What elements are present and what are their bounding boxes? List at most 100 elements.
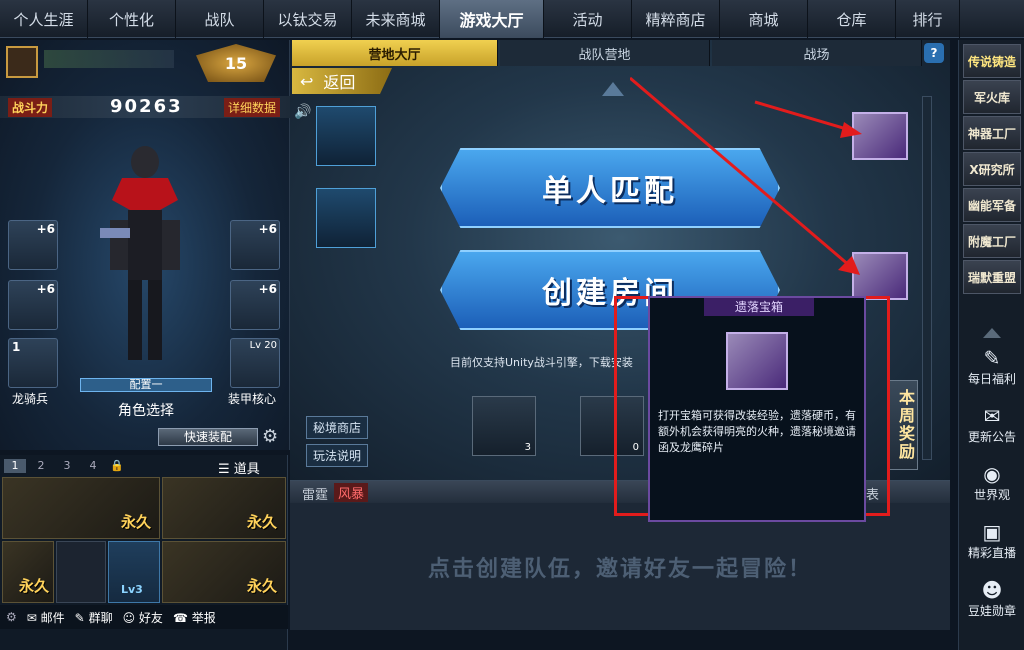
group-chat-button[interactable]: ✎ 群聊 [75, 609, 113, 626]
friends-button[interactable]: ☺ 好友 [123, 609, 163, 626]
menu-update-notice[interactable]: ✉ 更新公告 [961, 404, 1023, 460]
nav-tab-career[interactable]: 个人生涯 [0, 0, 88, 38]
slot-label-dragoon: 龙骑兵 [12, 392, 49, 406]
menu-artifact-factory[interactable]: 神器工厂 [963, 116, 1021, 150]
role-select-button[interactable]: 角色选择 [80, 400, 212, 422]
nav-tab-trade[interactable]: 以钛交易 [264, 0, 352, 38]
lock-icon[interactable]: 🔒 [108, 459, 126, 473]
chat-prompt[interactable]: 点击创建队伍，邀请好友一起冒险！ [290, 503, 950, 631]
inventory-tabs: 1 2 3 4 🔒 [4, 459, 126, 473]
back-label: 返回 [323, 73, 356, 92]
red-arrow-1 [630, 76, 851, 268]
sound-icon[interactable]: 🔊 [294, 104, 311, 120]
menu-worldview[interactable]: ◉ 世界观 [961, 462, 1023, 518]
combat-label: 战斗力 [8, 98, 53, 117]
gear-icon[interactable]: ⚙ [262, 426, 278, 447]
phone-icon: ☎ [172, 610, 188, 625]
nav-tab-team[interactable]: 战队 [176, 0, 264, 38]
scroll-up-arrow-icon[interactable] [602, 82, 624, 96]
torch-item-slot[interactable]: 3 [472, 396, 536, 456]
menu-enchant-factory[interactable]: 附魔工厂 [963, 224, 1021, 258]
inv-tab-2[interactable]: 2 [30, 459, 52, 473]
settings-icon[interactable]: ⚙ [6, 610, 17, 624]
gameplay-help-button[interactable]: 玩法说明 [306, 444, 369, 467]
rank-level: 15 [224, 53, 248, 73]
menu-legend-forge[interactable]: 传说铸造 [963, 44, 1021, 78]
nav-tab-mall[interactable]: 商城 [720, 0, 808, 38]
nav-tab-ranking[interactable]: 排行 [896, 0, 960, 38]
menu-reimer-alliance[interactable]: 瑞默重盟 [963, 260, 1021, 294]
inv-tab-3[interactable]: 3 [56, 459, 78, 473]
red-arrow-2-head [840, 122, 862, 138]
equip-slot-goggles[interactable]: +6 [230, 220, 280, 270]
config-label[interactable]: 配置一 [80, 378, 212, 392]
props-label[interactable]: ☰ 道具 [218, 458, 260, 477]
doll-icon: ☻ [981, 578, 1003, 602]
menu-doll-medal[interactable]: ☻ 豆娃勋章 [961, 578, 1023, 634]
item-slot-lv3[interactable]: Lv3 [108, 541, 160, 603]
back-arrow-icon: ↩ [300, 71, 314, 91]
rank-badge: 15 [196, 44, 276, 82]
player-name-blurred [44, 50, 174, 68]
weapon-slot-primary[interactable]: 永久 [2, 477, 160, 539]
equip-plus-label: +6 [258, 282, 277, 296]
report-button[interactable]: ☎ 举报 [173, 609, 216, 626]
permanent-label: 永久 [18, 577, 49, 595]
nav-tab-events[interactable]: 活动 [544, 0, 632, 38]
tab-battlefield[interactable]: 战场 [712, 40, 922, 66]
equip-slot-core[interactable]: Lv 20 [230, 338, 280, 388]
weapon-slot-melee[interactable]: 永久 [162, 541, 286, 603]
secret-shop-button[interactable]: 秘境商店 [306, 416, 369, 439]
edit-icon: ✎ [983, 346, 1001, 370]
equip-plus-label: +6 [36, 282, 55, 296]
help-icon[interactable]: ? [924, 43, 944, 63]
equip-slot-boots[interactable]: +6 [230, 280, 280, 330]
avatar[interactable] [6, 46, 38, 78]
mode-icon-compass[interactable] [316, 106, 376, 166]
nav-tab-warehouse[interactable]: 仓库 [808, 0, 896, 38]
menu-x-lab[interactable]: X研究所 [963, 152, 1021, 186]
mail-button[interactable]: ✉ 邮件 [27, 609, 65, 626]
report-label: 举报 [191, 610, 216, 625]
permanent-label: 永久 [120, 513, 151, 531]
inv-tab-1[interactable]: 1 [4, 459, 26, 473]
red-arrow-2 [754, 100, 851, 132]
mail-icon: ✉ [26, 610, 37, 625]
map-scrollbar[interactable] [922, 96, 932, 460]
menu-psionic-armory[interactable]: 幽能军备 [963, 188, 1021, 222]
engine-notice: 目前仅支持Unity战斗引擎，下载安装 [450, 356, 633, 369]
back-button[interactable]: ↩ 返回 [292, 68, 392, 94]
equip-slot-pet[interactable]: 1 [8, 338, 58, 388]
tab-team-camp[interactable]: 战队营地 [500, 40, 710, 66]
nav-tab-essence-shop[interactable]: 精粹商店 [632, 0, 720, 38]
menu-label: 豆娃勋章 [967, 604, 1016, 618]
weekly-reward-button[interactable]: 本周奖励 [888, 380, 918, 470]
nav-tab-game-hall[interactable]: 游戏大厅 [440, 0, 544, 38]
scroll-up-arrow-icon[interactable] [983, 328, 1001, 338]
slot-label-core: 装甲核心 [228, 392, 277, 406]
quick-equip-button[interactable]: 快速装配 [158, 428, 258, 446]
chat-tab-storm[interactable]: 风暴 [334, 483, 369, 502]
tab-camp-hall[interactable]: 营地大厅 [292, 40, 498, 66]
character-panel: 15 战斗力 90263 详细数据 +6 +6 1 龙骑兵 +6 +6 Lv 2… [0, 40, 290, 450]
menu-armory[interactable]: 军火库 [963, 80, 1021, 114]
tooltip-description: 打开宝箱可获得改装经验，遗落硬币，有额外机会获得明亮的火种，遗落秘境邀请函及龙鹰… [658, 409, 856, 454]
equip-slot-armor[interactable]: +6 [8, 220, 58, 270]
empty-slot[interactable] [56, 541, 106, 603]
inventory-panel: 1 2 3 4 🔒 ☰ 道具 永久 永久 永久 Lv3 永久 ⚙ ✉ 邮件 ✎ … [0, 455, 288, 650]
inv-tab-4[interactable]: 4 [82, 459, 104, 473]
mail-label: 邮件 [40, 610, 65, 625]
nav-tab-personalize[interactable]: 个性化 [88, 0, 176, 38]
chat-tab-thunder[interactable]: 雷霆 [302, 484, 328, 503]
torch-count: 3 [524, 442, 531, 453]
menu-label: 更新公告 [967, 430, 1016, 444]
menu-daily-benefits[interactable]: ✎ 每日福利 [961, 346, 1023, 402]
weapon-slot-grenade[interactable]: 永久 [2, 541, 54, 603]
menu-live-stream[interactable]: ▣ 精彩直播 [961, 520, 1023, 576]
weapon-slot-secondary[interactable]: 永久 [162, 477, 286, 539]
nav-tab-future-mall[interactable]: 未来商城 [352, 0, 440, 38]
menu-label: 世界观 [973, 488, 1010, 502]
equip-slot-gloves[interactable]: +6 [8, 280, 58, 330]
mode-icon-bullets[interactable] [316, 188, 376, 248]
detail-data-button[interactable]: 详细数据 [224, 98, 281, 117]
